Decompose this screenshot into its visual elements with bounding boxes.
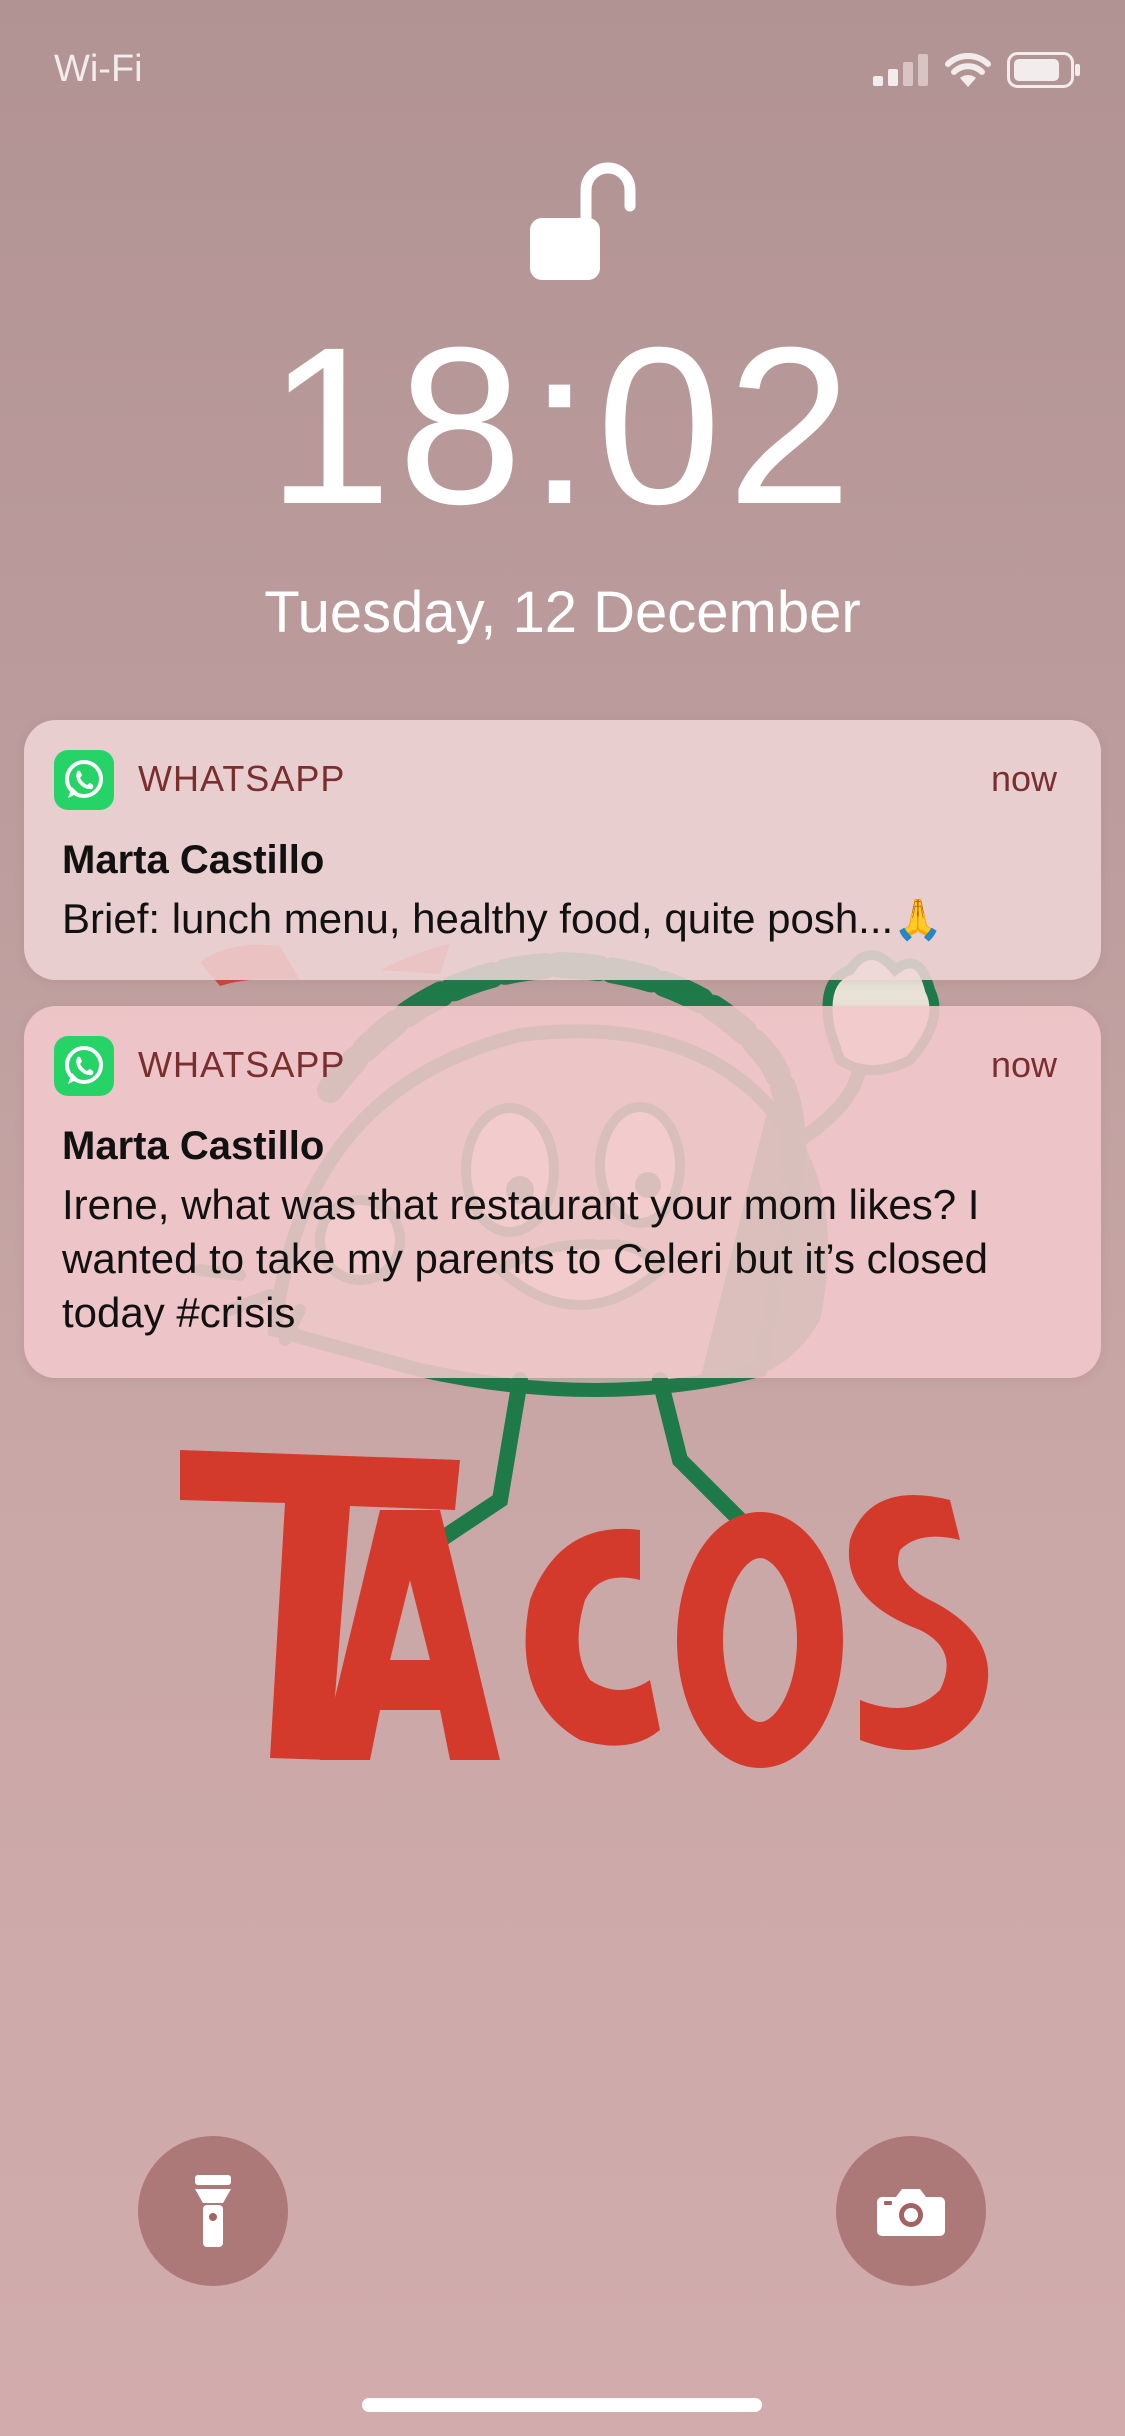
home-indicator[interactable] [362,2398,762,2412]
status-carrier: Wi-Fi [54,48,143,90]
notification-message: Brief: lunch menu, healthy food, quite p… [62,892,1062,947]
camera-button[interactable] [836,2136,986,2286]
camera-icon [877,2189,945,2236]
notification-time: now [990,1044,1057,1085]
notification-message: Irene, what was that restaurant your mom… [62,1181,989,1336]
battery-icon [1007,52,1080,88]
whatsapp-icon [54,750,114,810]
notification-time: now [990,758,1057,799]
lock-date: Tuesday, 12 December [264,580,861,645]
notification-card[interactable]: WHATSAPP now Marta Castillo Brief: lunch… [24,720,1101,980]
status-icons [873,48,1081,92]
notification-app-name: WHATSAPP [138,758,346,799]
wifi-icon [945,53,991,87]
notification-app-name: WHATSAPP [138,1044,346,1085]
notification-sender: Marta Castillo [62,1124,325,1168]
notification-message-text: Brief: lunch menu, healthy food, quite p… [62,895,894,942]
lock-time: 18:02 [267,301,858,551]
whatsapp-icon [54,1036,114,1096]
signal-icon [873,54,928,86]
notification-sender: Marta Castillo [62,838,325,882]
notification-card[interactable]: WHATSAPP now Marta Castillo Irene, what … [24,1006,1101,1378]
flashlight-button[interactable] [138,2136,288,2286]
flashlight-icon [195,2175,231,2247]
praying-hands-emoji: 🙏 [893,898,943,942]
unlock-icon [530,162,636,280]
tacos-lettering [180,1450,989,1768]
